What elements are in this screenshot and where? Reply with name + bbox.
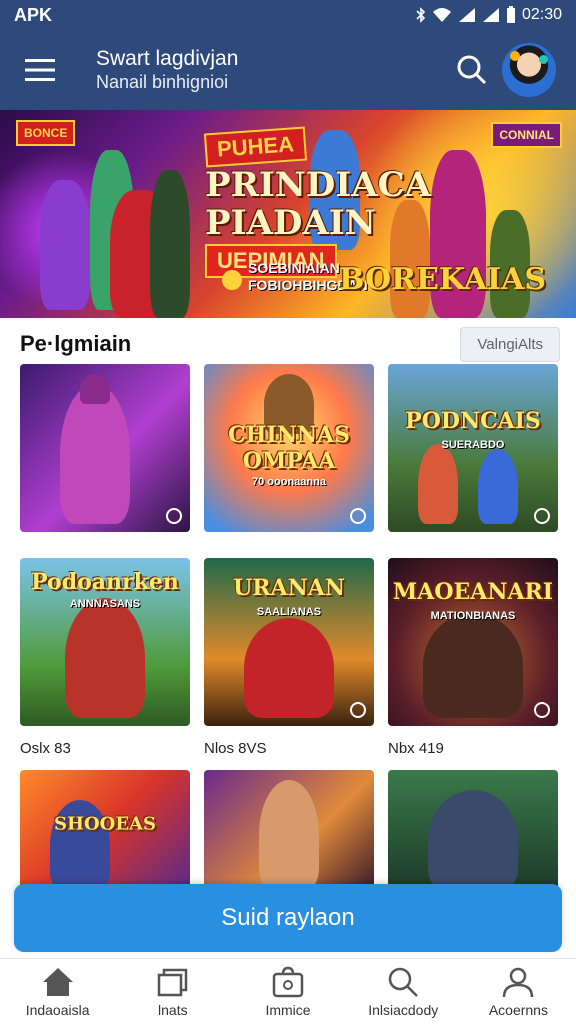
card-character — [418, 444, 458, 524]
card-badge-icon — [350, 702, 366, 718]
card-character — [478, 449, 518, 524]
app-title: Swart lagdivjan — [96, 47, 239, 70]
game-card[interactable] — [204, 770, 374, 890]
nav-label: Inlsiacdody — [368, 1001, 439, 1018]
card-badge-icon — [166, 508, 182, 524]
game-card[interactable]: CHINNAS OMPAA 70 ooonaanna — [204, 364, 374, 532]
search-button[interactable] — [450, 48, 494, 92]
nav-item-account[interactable]: Acoernns — [461, 959, 576, 1024]
status-bar: APK 02:30 — [0, 0, 576, 30]
menu-button[interactable] — [20, 50, 60, 90]
card-title: URANAN — [233, 575, 345, 602]
app-bar: Swart lagdivjan Nanail binhignioi — [0, 30, 576, 110]
card-subtitle: MATIONBIANAS — [430, 609, 516, 622]
card-character-head — [80, 374, 110, 404]
card-character — [259, 780, 319, 890]
banner-title-line1: PRINDIACA — [205, 165, 432, 205]
card-character — [60, 384, 130, 524]
card-title: MAOEANARI — [392, 578, 554, 605]
nav-item-folder[interactable]: lnats — [115, 959, 230, 1024]
banner-brand: BOREKAIAS — [339, 262, 546, 297]
banner-character-4 — [150, 170, 190, 318]
banner-caption-icon — [222, 270, 242, 290]
game-card[interactable]: MAOEANARI MATIONBIANAS — [388, 558, 558, 726]
primary-cta-button[interactable]: Suid raylaon — [14, 884, 562, 952]
game-card[interactable] — [388, 770, 558, 890]
section-title: Pe·lgmiain — [20, 331, 132, 356]
card-label: Nlos 8VS — [204, 740, 267, 757]
status-icons: 02:30 — [416, 6, 562, 24]
card-subtitle: SUERABDO — [441, 439, 505, 452]
card-character — [428, 790, 518, 890]
folder-icon — [157, 968, 188, 996]
home-icon — [42, 967, 73, 996]
app-subtitle: Nanail binhignioi — [96, 72, 229, 92]
bag-icon — [272, 966, 304, 997]
card-character — [65, 598, 145, 718]
search-icon — [388, 967, 419, 997]
signal-icon-secondary — [482, 7, 500, 23]
user-icon — [503, 967, 534, 997]
status-time: 02:30 — [521, 6, 562, 23]
banner-logo-left: BONCE — [16, 120, 76, 146]
search-icon — [457, 55, 487, 85]
banner-logo-right: CONNIAL — [491, 122, 562, 148]
banner-headline: PUHEA PRINDIACA PIADAIN UEPIMIAN — [203, 126, 432, 278]
card-character — [423, 613, 523, 718]
bottom-nav: Indaoaisla lnats Immice Inlsiacdody Acoe… — [0, 958, 576, 1024]
battery-icon — [506, 6, 516, 24]
section-header: Pe·lgmiain ValngiAlts — [20, 326, 560, 362]
nav-item-search[interactable]: Inlsiacdody — [346, 959, 461, 1024]
game-card[interactable]: URANAN SAALIANAS — [204, 558, 374, 726]
wifi-icon — [432, 7, 452, 23]
nav-label: lnats — [158, 1001, 188, 1018]
banner-title-line2: PIADAIN — [205, 203, 376, 243]
nav-label: Immice — [265, 1001, 311, 1018]
card-character — [244, 618, 334, 718]
banner-character-1 — [40, 180, 90, 310]
view-all-button[interactable]: ValngiAlts — [460, 326, 560, 362]
card-title: Podoanrken — [31, 568, 179, 595]
hamburger-icon — [25, 59, 55, 81]
card-badge-icon — [350, 508, 366, 524]
card-title: PODNCAIS — [405, 408, 541, 435]
game-card[interactable] — [20, 364, 190, 532]
promo-banner[interactable]: BONCE CONNIAL PUHEA PRINDIACA PIADAIN UE… — [0, 110, 576, 318]
banner-badge: PUHEA — [203, 126, 308, 168]
signal-icon — [458, 7, 476, 23]
game-card[interactable]: PODNCAIS SUERABDO — [388, 364, 558, 532]
status-carrier: APK — [14, 4, 53, 25]
nav-item-home[interactable]: Indaoaisla — [0, 959, 115, 1024]
card-title: CHINNAS OMPAA — [228, 422, 350, 474]
card-label: Nbx 419 — [388, 740, 444, 757]
card-subtitle: SAALIANAS — [256, 606, 322, 619]
card-label: Oslx 83 — [20, 740, 71, 757]
game-card[interactable]: SHOOEAS — [20, 770, 190, 890]
card-title: SHOOEAS — [53, 813, 157, 835]
avatar[interactable] — [502, 43, 556, 97]
nav-item-bag[interactable]: Immice — [230, 959, 345, 1024]
nav-label: Acoernns — [488, 1001, 548, 1018]
card-badge-icon — [534, 702, 550, 718]
nav-label: Indaoaisla — [25, 1001, 90, 1018]
bluetooth-icon — [416, 7, 426, 23]
game-card[interactable]: Podoanrken ANNNASANS — [20, 558, 190, 726]
card-badge-icon — [534, 508, 550, 524]
app-title-block: Swart lagdivjan Nanail binhignioi — [96, 47, 450, 93]
card-subtitle: ANNNASANS — [69, 597, 141, 610]
card-subtitle: 70 ooonaanna — [252, 476, 326, 488]
